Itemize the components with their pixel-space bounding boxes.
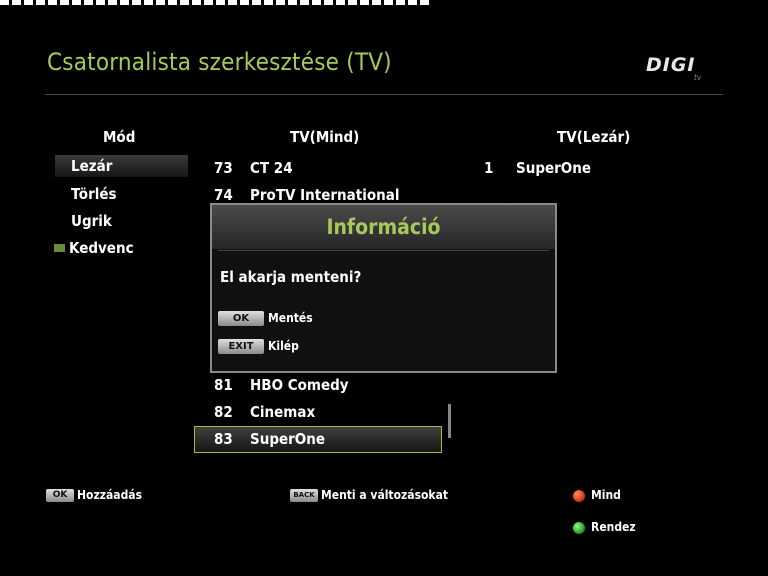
dialog-divider: [218, 250, 549, 251]
channel-row[interactable]: 73 CT 24: [214, 156, 293, 180]
exit-key-button[interactable]: EXIT: [218, 339, 264, 354]
channel-name: SuperOne: [250, 430, 326, 448]
all-channels-column-header: TV(Mind): [290, 128, 360, 146]
dialog-message: El akarja menteni?: [220, 268, 362, 286]
channel-name: SuperOne: [516, 159, 592, 177]
mode-item-delete[interactable]: Törlés: [55, 183, 188, 205]
channel-number: 73: [214, 159, 233, 177]
footer-red-label: Mind: [591, 488, 621, 502]
channel-number: 82: [214, 403, 233, 421]
logo-text: DIGI: [646, 54, 696, 76]
back-key-icon: BACK: [290, 489, 318, 502]
footer-red-hint[interactable]: Mind: [573, 488, 621, 502]
mode-item-label: Kedvenc: [69, 239, 134, 257]
footer-add-label: Hozzáadás: [77, 488, 143, 502]
folder-icon: [54, 243, 65, 252]
mode-item-label: Törlés: [71, 185, 117, 203]
digi-logo: DIGI tv: [646, 54, 716, 86]
footer-save-hint[interactable]: BACK Menti a változásokat: [290, 488, 448, 502]
green-button-icon: [573, 521, 585, 534]
channel-row[interactable]: 82 Cinemax: [214, 400, 315, 424]
channel-number: 1: [484, 159, 494, 177]
footer-green-label: Rendez: [591, 520, 636, 534]
footer-green-hint[interactable]: Rendez: [573, 520, 636, 534]
locked-channels-column-header: TV(Lezár): [557, 128, 631, 146]
channel-name: CT 24: [250, 159, 293, 177]
mode-item-label: Lezár: [71, 157, 113, 175]
channel-number: 81: [214, 376, 233, 394]
exit-option-label: Kilép: [268, 339, 299, 353]
save-option-label: Mentés: [268, 311, 313, 325]
mode-item-label: Ugrik: [71, 212, 112, 230]
header-divider: [45, 94, 723, 95]
channel-name: HBO Comedy: [250, 376, 349, 394]
mode-item-favorite[interactable]: Kedvenc: [54, 237, 188, 259]
channel-name: Cinemax: [250, 403, 316, 421]
channel-row-selected[interactable]: 83 SuperOne: [214, 427, 325, 451]
channel-name: ProTV International: [250, 186, 400, 204]
exit-option[interactable]: EXIT Kilép: [218, 339, 299, 354]
channel-row[interactable]: 81 HBO Comedy: [214, 373, 349, 397]
save-option[interactable]: OK Mentés: [218, 311, 313, 326]
ok-key-button[interactable]: OK: [218, 311, 264, 326]
info-dialog: Információ El akarja menteni? OK Mentés E…: [210, 203, 557, 373]
page-title: Csatornalista szerkesztése (TV): [47, 48, 392, 76]
dialog-title: Információ: [326, 215, 441, 239]
top-signal-strip: [0, 0, 430, 5]
mode-item-skip[interactable]: Ugrik: [55, 210, 188, 232]
mode-column-header: Mód: [103, 128, 136, 146]
locked-channel-row[interactable]: 1 SuperOne: [484, 156, 591, 180]
ok-key-icon: OK: [46, 489, 74, 502]
mode-item-lock[interactable]: Lezár: [55, 155, 188, 177]
channel-list-scrollbar[interactable]: [448, 404, 451, 438]
red-button-icon: [573, 489, 585, 502]
footer-add-hint[interactable]: OK Hozzáadás: [46, 488, 142, 502]
logo-sub: tv: [694, 73, 702, 82]
footer-save-label: Menti a változásokat: [321, 488, 449, 502]
channel-number: 83: [214, 430, 233, 448]
